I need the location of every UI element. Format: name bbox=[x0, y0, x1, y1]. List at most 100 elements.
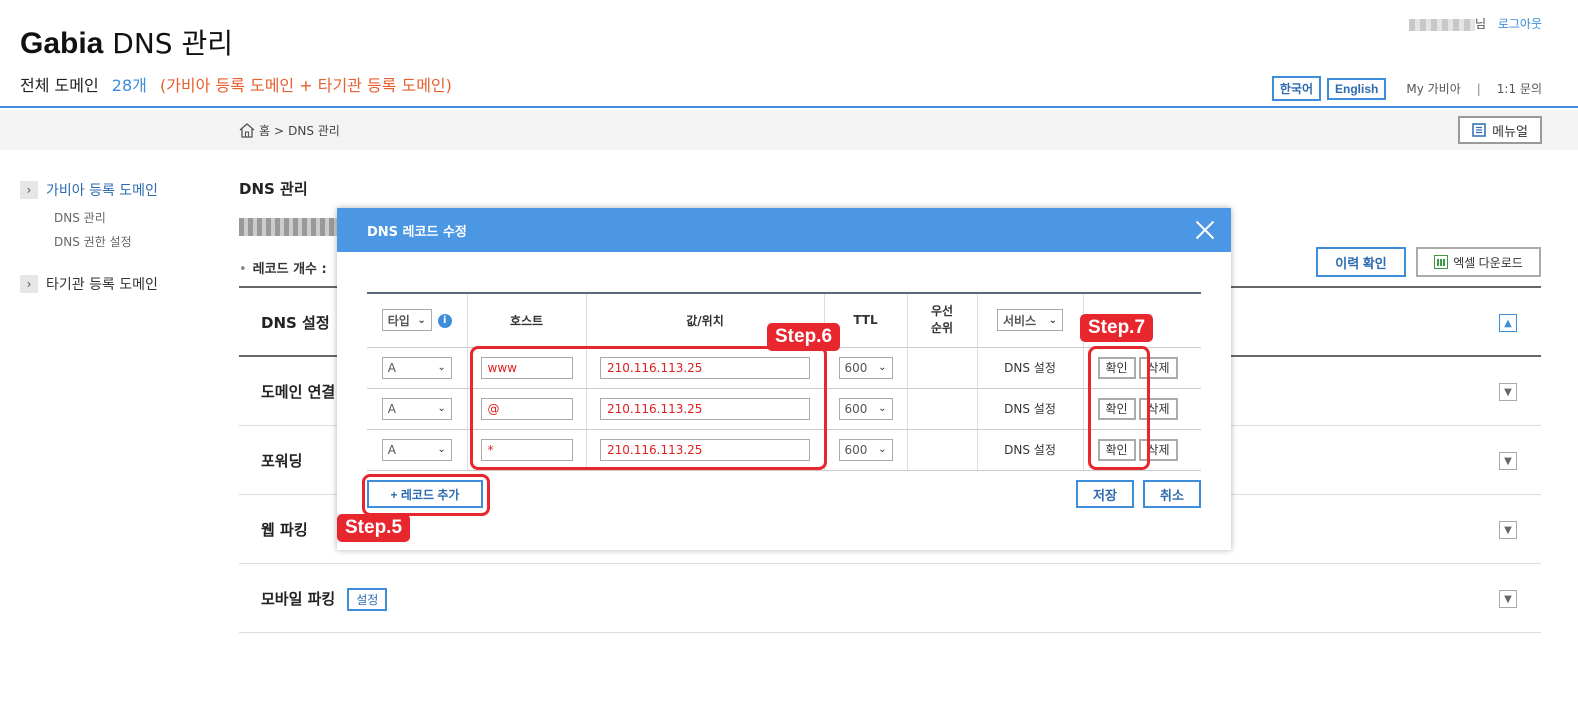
lang-english-button[interactable]: English bbox=[1327, 77, 1387, 100]
priority-cell bbox=[907, 429, 978, 471]
top-links: 한국어 English My 가비아 | 1:1 문의 bbox=[1271, 76, 1542, 101]
excel-download-label: 엑셀 다운로드 bbox=[1453, 255, 1523, 270]
sidebar-submenu: DNS 관리 DNS 권한 설정 bbox=[54, 206, 220, 254]
chevron-down-icon: ⌄ bbox=[878, 403, 887, 414]
record-type-select[interactable]: A ⌄ bbox=[381, 356, 452, 379]
my-gabia-link[interactable]: My 가비아 bbox=[1406, 80, 1460, 97]
service-filter-value: 서비스 bbox=[1003, 313, 1037, 328]
modal-title: DNS 레코드 수정 bbox=[367, 224, 467, 240]
ttl-value: 600 bbox=[844, 442, 868, 457]
col-priority: 우선 순위 bbox=[907, 292, 978, 348]
record-type-select[interactable]: A ⌄ bbox=[381, 397, 452, 420]
manual-button[interactable]: 메뉴얼 bbox=[1458, 116, 1542, 144]
type-filter-value: 타입 bbox=[387, 313, 410, 328]
sidebar-item-label: 가비아 등록 도메인 bbox=[46, 183, 158, 199]
chevron-down-icon: ⌄ bbox=[1048, 314, 1057, 326]
chevron-down-icon: ⌄ bbox=[437, 403, 446, 414]
info-icon[interactable]: i bbox=[437, 314, 452, 329]
sidebar-item-other-domains[interactable]: › 타기관 등록 도메인 bbox=[20, 274, 220, 294]
save-button[interactable]: 저장 bbox=[1076, 480, 1134, 508]
record-type-select[interactable]: A ⌄ bbox=[381, 438, 452, 461]
chevron-up-icon[interactable]: ▲ bbox=[1499, 314, 1517, 332]
ttl-value: 600 bbox=[844, 360, 868, 375]
domain-name-redacted bbox=[239, 218, 339, 236]
sidebar-item-label: 타기관 등록 도메인 bbox=[46, 277, 158, 293]
service-cell: DNS 설정 bbox=[977, 429, 1084, 471]
step5-label: Step.5 bbox=[337, 514, 411, 542]
step6-label: Step.6 bbox=[767, 323, 841, 351]
close-icon[interactable] bbox=[1193, 218, 1217, 242]
breadcrumb-bar: 홈 > DNS 관리 메뉴얼 bbox=[0, 110, 1578, 150]
ttl-select[interactable]: 600 ⌄ bbox=[838, 438, 893, 461]
chevron-down-icon: ⌄ bbox=[437, 444, 446, 455]
type-filter-select[interactable]: 타입 ⌄ bbox=[381, 309, 432, 332]
logout-link[interactable]: 로그아웃 bbox=[1498, 17, 1542, 31]
chevron-down-icon[interactable]: ▼ bbox=[1499, 383, 1517, 401]
breadcrumb-current: DNS 관리 bbox=[288, 124, 340, 138]
breadcrumb-home[interactable]: 홈 bbox=[259, 122, 270, 139]
domain-summary: 전체 도메인 28개 (가비아 등록 도메인 + 타기관 등록 도메인) bbox=[20, 72, 452, 96]
chevron-down-icon: ⌄ bbox=[878, 362, 887, 373]
record-count: 레코드 개수 : bbox=[239, 258, 327, 277]
user-area: 님 로그아웃 bbox=[1408, 15, 1542, 32]
manual-label: 메뉴얼 bbox=[1492, 123, 1528, 139]
cancel-button[interactable]: 취소 bbox=[1143, 480, 1201, 508]
col-type: 타입 ⌄ i bbox=[367, 292, 468, 348]
summary-label: 전체 도메인 bbox=[20, 76, 99, 95]
section-mobile-parking: 모바일 파킹 설정 ▼ bbox=[239, 564, 1541, 633]
service-cell: DNS 설정 bbox=[977, 347, 1084, 389]
section-title: DNS 설정 bbox=[261, 314, 330, 332]
brand-logo[interactable]: Gabia DNS 관리 bbox=[20, 22, 233, 62]
chevron-down-icon: ⌄ bbox=[878, 444, 887, 455]
lang-korean-button[interactable]: 한국어 bbox=[1271, 76, 1321, 101]
sidebar: › 가비아 등록 도메인 DNS 관리 DNS 권한 설정 › 타기관 등록 도… bbox=[20, 180, 220, 294]
mobile-parking-setting-button[interactable]: 설정 bbox=[347, 588, 388, 611]
summary-note: (가비아 등록 도메인 + 타기관 등록 도메인) bbox=[159, 76, 452, 95]
excel-download-button[interactable]: 엑셀 다운로드 bbox=[1416, 247, 1541, 277]
ttl-select[interactable]: 600 ⌄ bbox=[838, 397, 893, 420]
history-button[interactable]: 이력 확인 bbox=[1316, 247, 1406, 277]
step7-label: Step.7 bbox=[1080, 314, 1154, 342]
inquiry-link[interactable]: 1:1 문의 bbox=[1497, 80, 1542, 97]
home-icon[interactable] bbox=[239, 123, 255, 138]
chevron-down-icon[interactable]: ▼ bbox=[1499, 452, 1517, 470]
sidebar-item-gabia-domains[interactable]: › 가비아 등록 도메인 bbox=[20, 180, 220, 200]
sidebar-sub-dns-manage[interactable]: DNS 관리 bbox=[54, 206, 220, 230]
step7-highlight bbox=[1088, 346, 1150, 470]
priority-cell bbox=[907, 347, 978, 389]
service-cell: DNS 설정 bbox=[977, 388, 1084, 430]
document-icon bbox=[1472, 123, 1486, 137]
section-title: 웹 파킹 bbox=[261, 521, 308, 539]
brand-rest: DNS 관리 bbox=[103, 27, 233, 60]
col-service: 서비스 ⌄ bbox=[977, 292, 1084, 348]
domain-count[interactable]: 28개 bbox=[112, 76, 147, 95]
step5-highlight bbox=[362, 474, 490, 516]
breadcrumb: 홈 > DNS 관리 bbox=[239, 122, 340, 139]
chevron-right-icon: › bbox=[20, 275, 38, 293]
chevron-right-icon: › bbox=[20, 181, 38, 199]
chevron-down-icon: ⌄ bbox=[437, 362, 446, 373]
sidebar-sub-dns-permission[interactable]: DNS 권한 설정 bbox=[54, 230, 220, 254]
step6-highlight bbox=[470, 346, 827, 470]
modal-header: DNS 레코드 수정 bbox=[337, 208, 1231, 252]
page-title: DNS 관리 bbox=[239, 180, 308, 198]
record-type-value: A bbox=[387, 442, 396, 457]
record-type-value: A bbox=[387, 360, 396, 375]
chevron-down-icon[interactable]: ▼ bbox=[1499, 590, 1517, 608]
section-title: 모바일 파킹 설정 bbox=[261, 588, 388, 611]
ttl-select[interactable]: 600 ⌄ bbox=[838, 356, 893, 379]
section-title-text: 모바일 파킹 bbox=[261, 590, 336, 608]
ttl-value: 600 bbox=[844, 401, 868, 416]
breadcrumb-separator: > bbox=[274, 123, 285, 138]
brand-bold: Gabia bbox=[20, 27, 104, 60]
priority-cell bbox=[907, 388, 978, 430]
top-link-separator: | bbox=[1476, 81, 1481, 96]
section-title: 도메인 연결 bbox=[261, 383, 336, 401]
service-filter-select[interactable]: 서비스 ⌄ bbox=[997, 309, 1063, 332]
excel-icon bbox=[1434, 255, 1449, 269]
user-name-redacted bbox=[1408, 18, 1475, 31]
chevron-down-icon: ⌄ bbox=[417, 314, 426, 326]
record-type-value: A bbox=[387, 401, 396, 416]
chevron-down-icon[interactable]: ▼ bbox=[1499, 521, 1517, 539]
user-suffix: 님 bbox=[1474, 17, 1486, 31]
